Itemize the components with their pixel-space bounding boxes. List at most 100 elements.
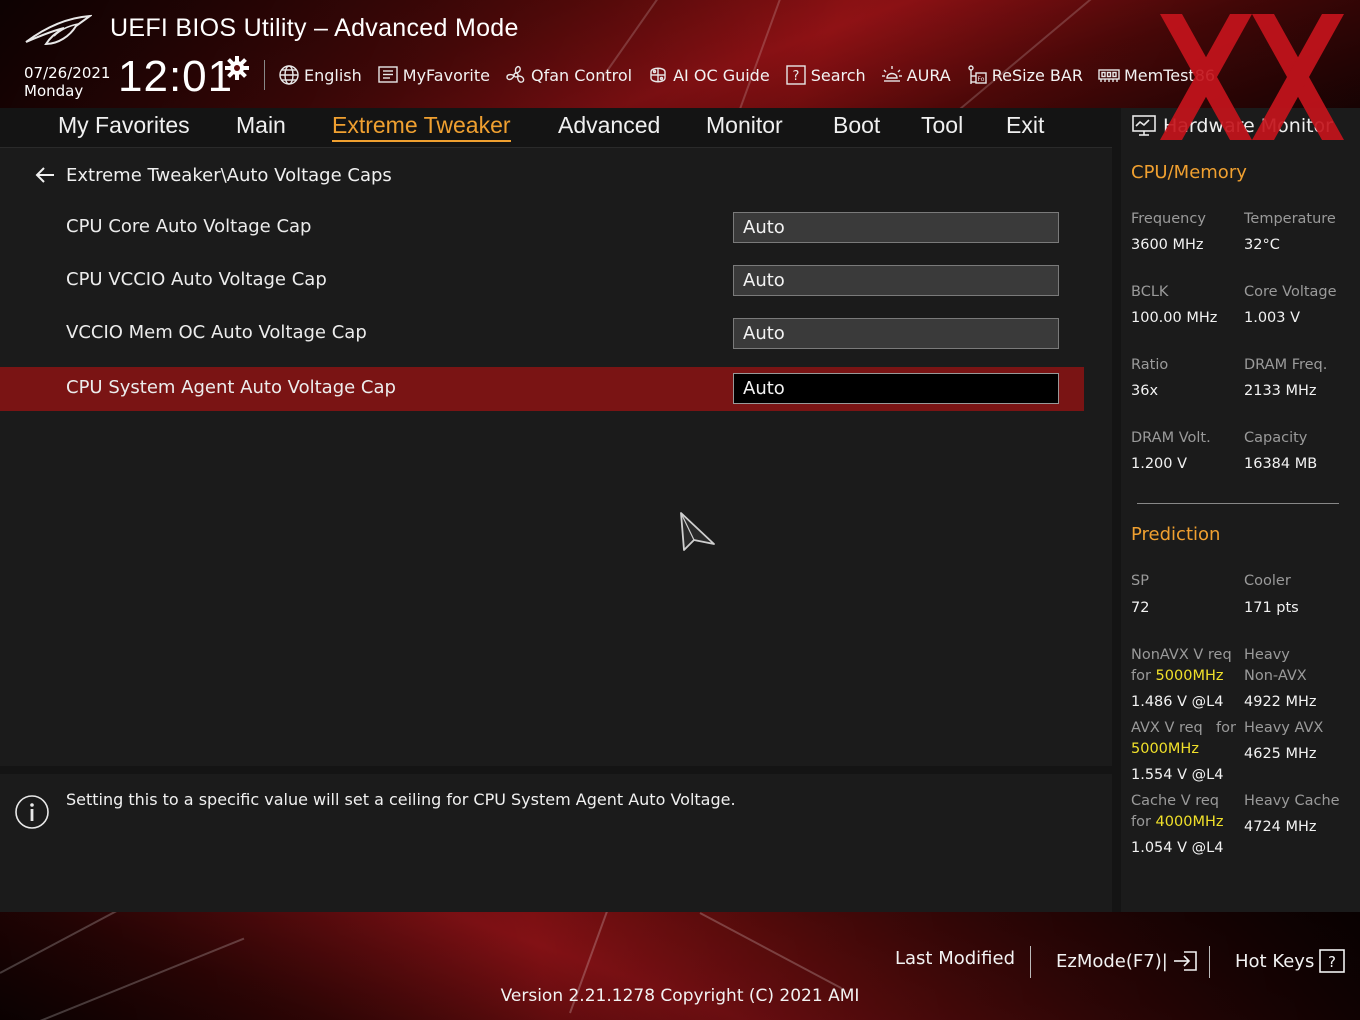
heavy-avx-label: Heavy AVX [1244, 720, 1324, 736]
cooler-value: 171 pts [1244, 600, 1299, 616]
toolbar-language-label: English [304, 65, 362, 85]
frequency-value: 3600 MHz [1131, 237, 1204, 253]
setting-row[interactable]: CPU Core Auto Voltage Cap Auto [0, 206, 1084, 250]
sp-value: 72 [1131, 600, 1150, 616]
heavy-nonavx-label-2: Non-AVX [1244, 668, 1307, 684]
toolbar-resize-bar-label: ReSize BAR [991, 65, 1083, 85]
toolbar-qfan[interactable]: Qfan Control [505, 64, 632, 86]
capacity-label: Capacity [1244, 430, 1308, 446]
toolbar-aura-label: AURA [906, 65, 951, 85]
temperature-value: 32°C [1244, 237, 1280, 253]
cache-for: for [1131, 814, 1151, 830]
avx-value: 1.554 V @L4 [1131, 767, 1224, 783]
tab-extreme-tweaker[interactable]: Extreme Tweaker [332, 112, 511, 142]
hot-keys-button[interactable]: Hot Keys ? [1235, 948, 1346, 974]
core-voltage-value: 1.003 V [1244, 310, 1301, 326]
myfavorite-icon [378, 66, 398, 83]
toolbar-language[interactable]: English [278, 64, 362, 86]
setting-row-selected[interactable]: CPU System Agent Auto Voltage Cap Auto [0, 367, 1084, 411]
svg-text:?: ? [792, 69, 799, 84]
nonavx-for-line: for 5000MHz [1131, 666, 1223, 687]
toolbar-search[interactable]: ? Search [785, 64, 866, 86]
avx-for: for [1216, 720, 1236, 736]
resize-bar-icon: Fo [968, 65, 987, 84]
tab-monitor[interactable]: Monitor [706, 112, 783, 139]
cooler-label: Cooler [1244, 573, 1291, 589]
header-divider [264, 60, 265, 90]
setting-value-field[interactable]: Auto [733, 318, 1059, 349]
hardware-monitor-panel: Hardware Monitor CPU/Memory Frequency 36… [1121, 108, 1360, 912]
capacity-value: 16384 MB [1244, 456, 1318, 472]
gear-icon[interactable] [225, 56, 249, 80]
temperature-label: Temperature [1244, 211, 1336, 227]
prediction-title: Prediction [1131, 524, 1221, 545]
ratio-value: 36x [1131, 383, 1159, 399]
tab-tool[interactable]: Tool [921, 112, 963, 139]
bclk-value: 100.00 MHz [1131, 310, 1218, 326]
date-display: 07/26/2021 Monday [24, 64, 110, 100]
rog-logo-icon [25, 14, 92, 46]
tab-exit[interactable]: Exit [1006, 112, 1044, 139]
setting-value-field[interactable]: Auto [733, 265, 1059, 296]
nonavx-value: 1.486 V @L4 [1131, 694, 1224, 710]
footer-divider [1209, 946, 1210, 978]
cache-label: Cache V req [1131, 793, 1219, 809]
avx-freq: 5000MHz [1131, 741, 1199, 757]
dram-freq-value: 2133 MHz [1244, 383, 1317, 399]
heavy-cache-label: Heavy Cache [1244, 793, 1340, 809]
heavy-cache-value: 4724 MHz [1244, 819, 1317, 835]
tab-advanced[interactable]: Advanced [558, 112, 660, 139]
help-text: Setting this to a specific value will se… [66, 790, 736, 809]
tab-boot[interactable]: Boot [833, 112, 880, 139]
setting-value-field[interactable]: Auto [733, 373, 1059, 404]
toolbar-myfavorite-label: MyFavorite [402, 65, 490, 85]
cache-for-line: for 4000MHz [1131, 812, 1223, 833]
clock-display: 12:01 [118, 52, 234, 101]
toolbar-resize-bar[interactable]: Fo ReSize BAR [966, 64, 1083, 86]
last-modified-button[interactable]: Last Modified [895, 948, 1015, 969]
setting-label: CPU System Agent Auto Voltage Cap [66, 377, 396, 398]
setting-row[interactable]: CPU VCCIO Auto Voltage Cap Auto [0, 259, 1084, 303]
setting-value-field[interactable]: Auto [733, 212, 1059, 243]
ai-oc-icon [650, 67, 666, 83]
nonavx-freq: 5000MHz [1155, 668, 1224, 684]
cache-value: 1.054 V @L4 [1131, 840, 1224, 856]
setting-row[interactable]: VCCIO Mem OC Auto Voltage Cap Auto [0, 312, 1084, 356]
dram-volt-value: 1.200 V [1131, 456, 1188, 472]
toolbar-myfavorite[interactable]: MyFavorite [377, 64, 490, 86]
weekday-text: Monday [24, 82, 84, 100]
toolbar-ai-oc-guide[interactable]: AI OC Guide [647, 64, 770, 86]
avx-label: AVX V req [1131, 720, 1203, 736]
ezmode-label: EzMode(F7)| [1056, 950, 1168, 972]
breadcrumb-path: Extreme Tweaker\Auto Voltage Caps [66, 164, 392, 186]
sp-label: SP [1131, 573, 1149, 589]
cache-freq: 4000MHz [1155, 814, 1224, 830]
last-modified-label: Last Modified [895, 948, 1016, 969]
heavy-nonavx-value: 4922 MHz [1244, 694, 1317, 710]
nonavx-for: for [1131, 668, 1151, 684]
aura-icon [881, 66, 902, 82]
info-icon [15, 795, 49, 829]
decor-streak [739, 0, 789, 108]
exit-to-ezmode-icon [1173, 951, 1197, 971]
decor-streak [0, 912, 231, 974]
core-voltage-label: Core Voltage [1244, 284, 1337, 300]
tab-main[interactable]: Main [236, 112, 286, 139]
toolbar-aura[interactable]: AURA [881, 64, 951, 86]
settings-panel: Extreme Tweaker\Auto Voltage Caps CPU Co… [0, 148, 1112, 766]
version-text: Version 2.21.1278 Copyright (C) 2021 AMI [500, 986, 860, 1006]
ratio-label: Ratio [1131, 357, 1169, 373]
back-arrow-icon[interactable] [34, 164, 56, 186]
footer-bar: Last Modified EzMode(F7)| Hot Keys ? Ver… [0, 912, 1360, 1020]
tab-my-favorites[interactable]: My Favorites [58, 112, 190, 139]
bclk-label: BCLK [1131, 284, 1169, 300]
toolbar-qfan-label: Qfan Control [531, 65, 633, 85]
ezmode-button[interactable]: EzMode(F7)| [1056, 948, 1200, 974]
mouse-cursor-icon [680, 512, 715, 551]
main-nav: My Favorites Main Extreme Tweaker Advanc… [0, 108, 1112, 148]
footer-divider [1030, 946, 1031, 978]
breadcrumb: Extreme Tweaker\Auto Voltage Caps [34, 164, 392, 186]
app-title: UEFI BIOS Utility – Advanced Mode [110, 14, 519, 42]
date-text: 07/26/2021 [24, 64, 111, 82]
nonavx-label: NonAVX V req [1131, 647, 1232, 663]
